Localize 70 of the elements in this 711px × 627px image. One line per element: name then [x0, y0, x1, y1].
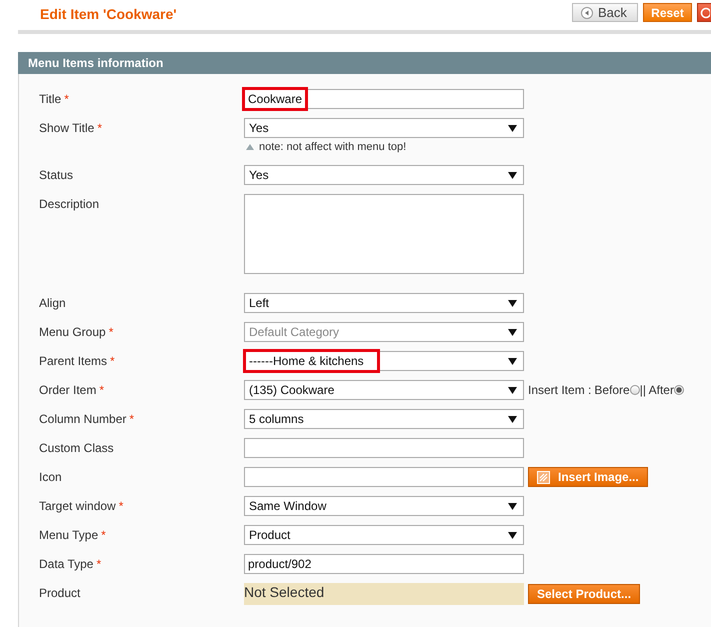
dropdown-value: Left [249, 296, 270, 310]
required-mark: * [110, 353, 115, 370]
field-label: Order Item [39, 382, 96, 399]
required-mark: * [101, 527, 106, 544]
dropdown-value: ------Home & kitchens [249, 354, 365, 368]
dropdown[interactable]: 5 columns [244, 409, 524, 429]
field-value: Cookware [248, 92, 302, 106]
dropdown-value: Yes [249, 121, 269, 135]
field-label: Show Title [39, 120, 94, 137]
radio-button[interactable] [630, 385, 640, 395]
dropdown[interactable]: Yes [244, 118, 524, 138]
required-mark: * [108, 324, 114, 341]
field-label: Menu Type [39, 527, 98, 544]
field-label: Title [39, 91, 62, 108]
field-note: note: not affect with menu top! [259, 141, 406, 153]
dropdown-value: Yes [249, 168, 269, 182]
product-value: Not Selected [244, 583, 524, 605]
dropdown[interactable]: Same Window [244, 496, 524, 516]
back-button[interactable]: Back [572, 3, 638, 22]
field-value: product/902 [248, 557, 312, 571]
page-title: Edit Item 'Cookware' [40, 6, 177, 22]
caret-icon [508, 386, 517, 394]
dropdown[interactable]: (135) Cookware [244, 380, 524, 400]
required-mark: * [96, 556, 102, 573]
field-label: Data Type [39, 556, 94, 573]
input-field[interactable]: product/902 [244, 554, 524, 574]
dropdown-value: Product [249, 528, 290, 542]
caret-icon [508, 532, 517, 538]
dropdown[interactable]: Left [244, 293, 524, 313]
triangle-icon [246, 144, 254, 150]
required-mark: * [99, 382, 104, 399]
caret-icon [508, 300, 517, 306]
dropdown-value: 5 columns [249, 412, 304, 426]
required-mark: * [129, 411, 134, 428]
required-mark: * [118, 498, 124, 515]
caret-icon [508, 502, 517, 510]
caret-icon [508, 358, 517, 364]
field-label: Product [39, 585, 80, 602]
field-label: Menu Group [39, 324, 106, 341]
field-label: Target window [39, 498, 116, 515]
field-label: Icon [39, 469, 62, 486]
input-field[interactable]: Cookware [244, 89, 524, 109]
dropdown-value: (135) Cookware [249, 383, 334, 397]
back-icon [581, 6, 593, 18]
dropdown-value: Default Category [249, 325, 340, 339]
dropdown[interactable]: Yes [244, 165, 524, 185]
insert-item-label: Insert Item : [528, 383, 592, 397]
dropdown[interactable]: ------Home & kitchens [244, 351, 524, 371]
field-label: Column Number [39, 411, 126, 428]
required-mark: * [97, 120, 102, 137]
caret-icon [508, 124, 517, 132]
dropdown[interactable]: Product [244, 525, 524, 545]
caret-icon [508, 416, 517, 422]
radio-button[interactable] [674, 385, 684, 395]
caret-icon [508, 328, 517, 336]
field-label: Parent Items [39, 353, 108, 370]
input-field[interactable] [244, 438, 524, 458]
radio-label: || After [640, 383, 674, 397]
field-label: Custom Class [39, 440, 114, 457]
dropdown-value: Same Window [249, 499, 326, 513]
input-field[interactable] [244, 467, 524, 487]
field-label: Align [39, 295, 66, 312]
image-icon [537, 470, 550, 484]
field-label: Description [39, 196, 100, 213]
radio-label: Before [594, 383, 630, 397]
field-label: Status [39, 167, 74, 184]
section-title: Menu Items information [28, 56, 164, 70]
text-area[interactable] [244, 194, 524, 274]
caret-icon [508, 172, 517, 178]
required-mark: * [64, 91, 69, 108]
